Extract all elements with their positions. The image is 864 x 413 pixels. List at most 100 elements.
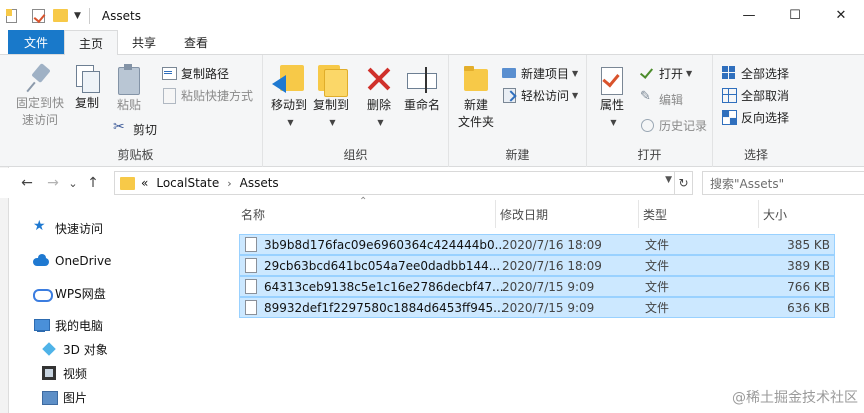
picture-icon [41,389,58,405]
rename-icon [405,63,439,97]
file-size: 766 KB [787,279,830,294]
edit-button[interactable]: 编辑 [639,89,683,109]
copy-to-button[interactable]: 复制到 ▼ [311,63,351,131]
paste-shortcut-button[interactable]: 粘贴快捷方式 [161,85,253,105]
ribbon: 固定到快 速访问 复制 粘贴 复制路径 粘贴快捷方式 剪切 剪贴板 移动到 ▼ [0,55,864,167]
customize-quick-access-dropdown-icon[interactable]: ▼ [74,11,81,21]
easy-access-label: 轻松访问 [521,88,570,103]
new-folder-button[interactable]: 新建 文件夹 [453,63,499,131]
tab-home[interactable]: 主页 [64,30,119,55]
title-bar: ▼ Assets — ☐ ✕ [0,0,864,31]
file-row[interactable]: 29cb63bcd641bc054a7ee0dadbb144... 2020/7… [239,255,835,276]
tab-view[interactable]: 查看 [170,30,222,54]
select-none-button[interactable]: 全部取消 [721,85,789,105]
new-folder-quick-access-icon[interactable] [53,9,68,22]
delete-icon [363,63,395,97]
file-row[interactable]: 3b9b8d176fac09e6960364c424444b0... 2020/… [239,234,835,255]
move-to-label: 移动到 [270,98,307,112]
column-header-date[interactable]: 修改日期 [496,200,639,228]
paste-label: 粘贴 [116,98,141,112]
column-header-size[interactable]: 大小 [759,200,837,228]
new-item-button[interactable]: 新建项目 ▼ [501,63,578,83]
file-name: 89932def1f2297580c1884d6453ff945... [264,300,504,315]
move-to-icon [272,63,306,97]
column-header-type[interactable]: 类型 [639,200,759,228]
select-all-button[interactable]: 全部选择 [721,63,789,83]
history-button[interactable]: 历史记录 [639,115,707,135]
maximize-button[interactable]: ☐ [772,0,818,31]
minimize-button[interactable]: — [726,0,772,31]
nav-item-this-pc[interactable]: 我的电脑 [33,314,103,336]
folder-icon [120,176,135,190]
easy-access-dropdown-icon: ▼ [572,90,579,100]
tab-file[interactable]: 文件 [8,30,65,54]
cut-button[interactable]: 剪切 [113,119,157,139]
new-group-label: 新建 [505,148,530,162]
invert-selection-label: 反向选择 [741,110,790,125]
new-item-label: 新建项目 [521,66,570,81]
properties-label: 属性 [599,98,624,112]
delete-button[interactable]: 删除 ▼ [363,63,395,131]
file-icon [245,237,257,252]
recent-locations-chevron-icon[interactable]: ⌄ [66,171,80,195]
select-all-label: 全部选择 [741,66,790,81]
forward-arrow-icon[interactable]: → [40,171,66,195]
back-arrow-icon[interactable]: ← [14,171,40,195]
file-icon [245,258,257,273]
title-separator [88,7,90,24]
pin-icon [26,63,54,95]
breadcrumb-overflow[interactable]: « [141,176,148,190]
ribbon-tab-bar: 文件 主页 共享 查看 [0,30,864,55]
file-date: 2020/7/15 9:09 [502,279,595,294]
properties-quick-access-icon[interactable] [32,8,45,23]
properties-button[interactable]: 属性 ▼ [595,63,629,131]
move-to-button[interactable]: 移动到 ▼ [269,63,309,131]
open-button[interactable]: 打开 ▼ [639,63,692,83]
nav-item-quick-access[interactable]: 快速访问 [33,217,103,239]
pin-to-quick-access-button[interactable]: 固定到快 速访问 [15,63,65,129]
breadcrumb-localstate[interactable]: LocalState [156,176,219,190]
file-type: 文件 [645,238,670,252]
nav-item-videos[interactable]: 视频 [41,362,87,384]
window-title: Assets [101,8,141,23]
copy-button[interactable]: 复制 [71,63,103,112]
file-size: 636 KB [787,300,830,315]
nav-item-wps-cloud[interactable]: WPS网盘 [33,282,106,304]
easy-access-icon [501,87,517,103]
easy-access-button[interactable]: 轻松访问 ▼ [501,85,578,105]
address-bar[interactable]: « LocalState › Assets ▼ [114,171,675,195]
search-input[interactable]: 搜索"Assets" [702,171,864,195]
pin-to-quick-access-label: 固定到快 速访问 [15,96,64,127]
new-item-dropdown-icon: ▼ [572,68,579,78]
rename-button[interactable]: 重命名 [401,63,443,114]
invert-selection-button[interactable]: 反向选择 [721,107,789,127]
paste-button[interactable]: 粘贴 [113,63,145,114]
file-icon [245,300,257,315]
column-header-name[interactable]: 名称 [237,200,496,228]
tab-share[interactable]: 共享 [118,30,170,54]
file-type: 文件 [645,259,670,273]
file-row[interactable]: 89932def1f2297580c1884d6453ff945... 2020… [239,297,835,318]
file-type: 文件 [645,301,670,315]
nav-item-onedrive[interactable]: OneDrive [33,250,111,272]
file-row[interactable]: 64313ceb9138c5e1c16e2786decbf47... 2020/… [239,276,835,297]
nav-item-label: 3D 对象 [63,342,108,357]
history-icon [639,117,655,133]
scissors-icon [113,119,129,137]
close-button[interactable]: ✕ [818,0,864,31]
nav-item-pictures[interactable]: 图片 [41,386,87,408]
invert-selection-icon [721,109,737,125]
file-type: 文件 [645,280,670,294]
address-history-dropdown-icon[interactable]: ▼ [665,175,672,185]
clipboard-group: 固定到快 速访问 复制 粘贴 复制路径 粘贴快捷方式 剪切 剪贴板 [9,55,263,167]
rename-label: 重命名 [403,98,440,112]
edit-label: 编辑 [659,92,684,107]
copy-path-button[interactable]: 复制路径 [161,63,229,83]
nav-item-3d-objects[interactable]: 3D 对象 [41,338,108,360]
nav-item-label: 视频 [63,366,88,381]
refresh-icon[interactable]: ↻ [675,171,693,195]
up-arrow-icon[interactable]: ↑ [80,171,106,195]
copy-to-label: 复制到 [312,98,349,112]
breadcrumb-assets[interactable]: Assets [240,176,279,190]
breadcrumb-separator-icon[interactable]: › [227,177,231,190]
